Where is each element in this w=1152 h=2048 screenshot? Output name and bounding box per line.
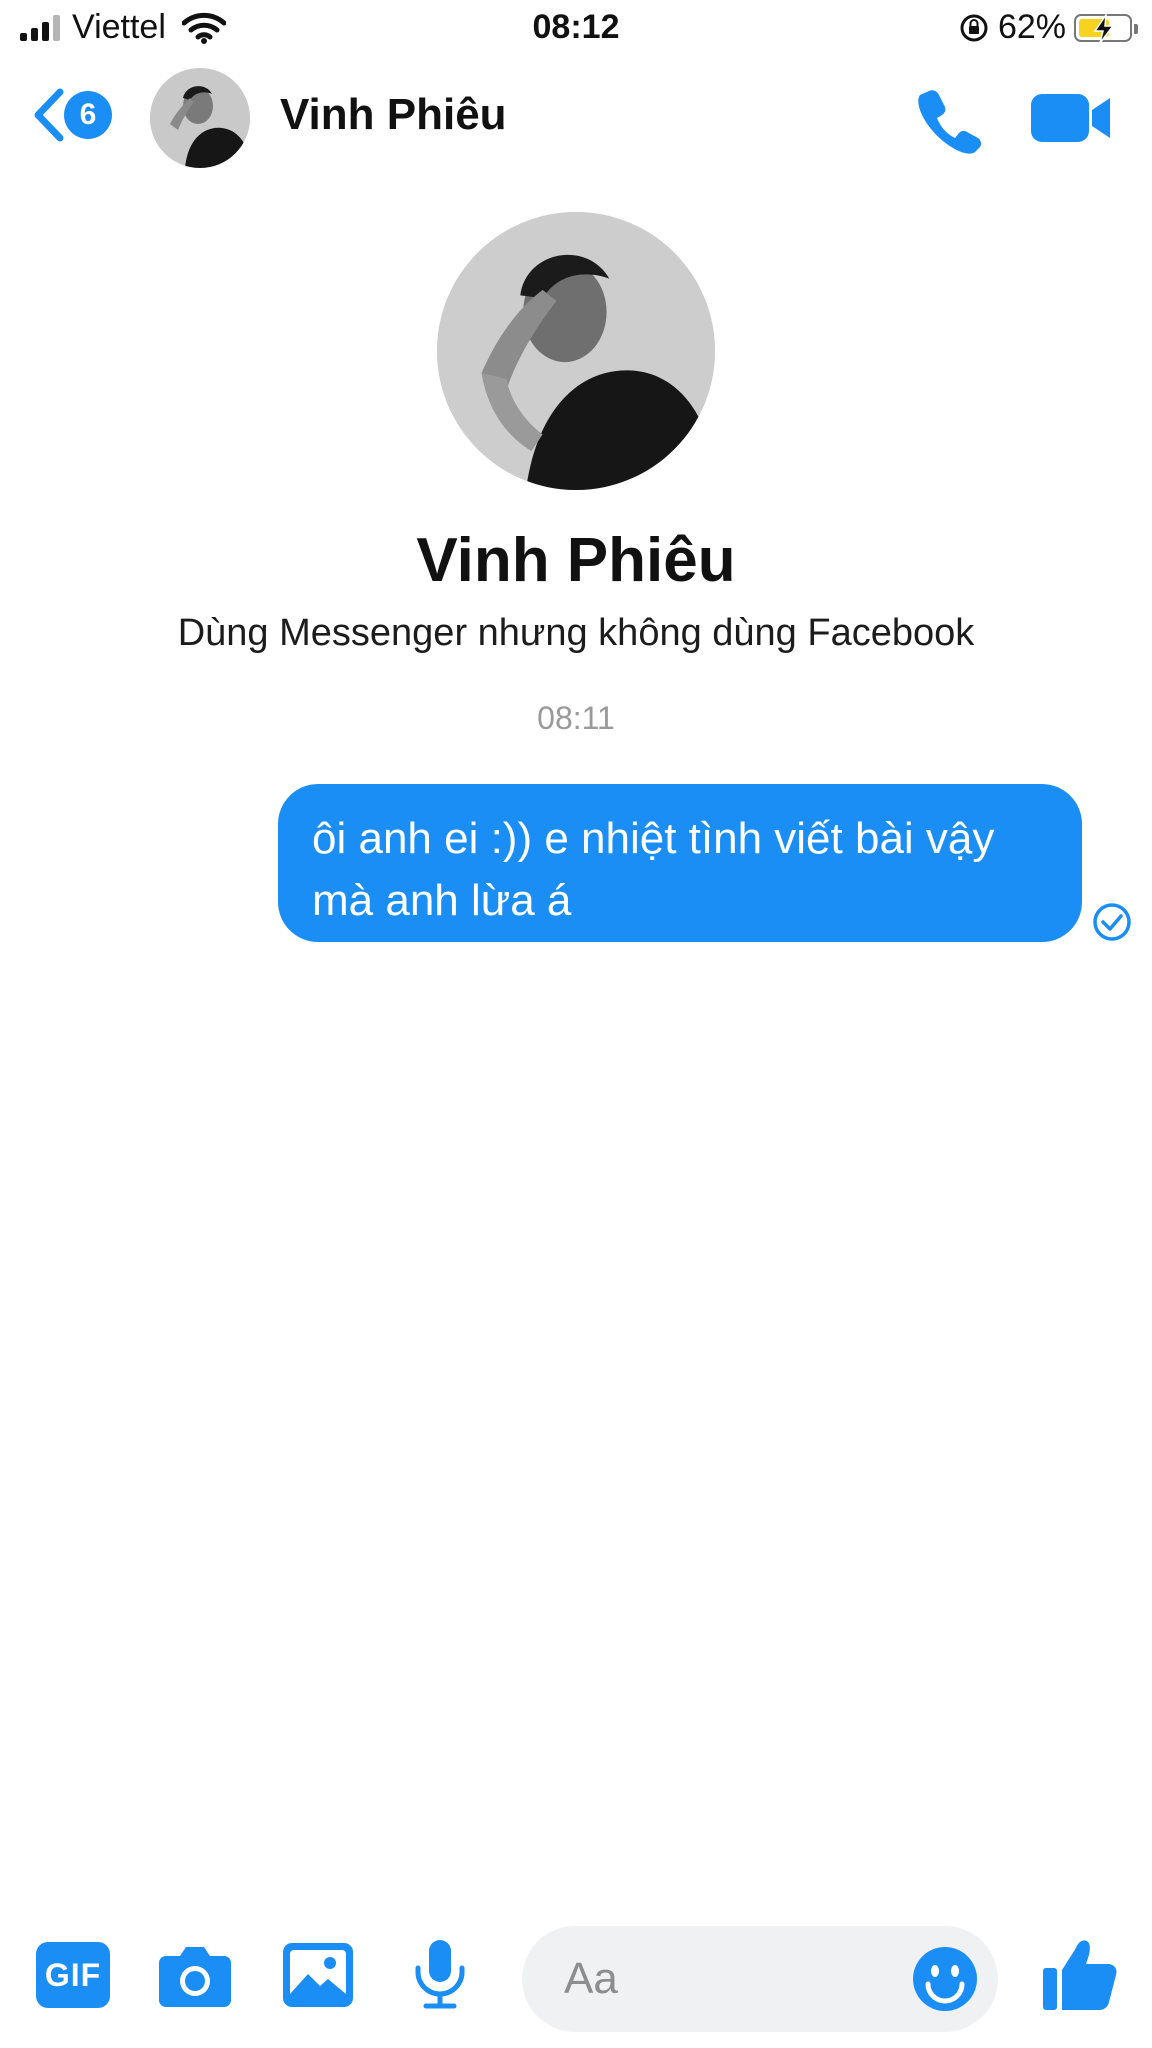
message-composer: GIF Aa <box>0 1910 1152 2048</box>
back-chevron-icon <box>34 88 64 142</box>
message-input[interactable]: Aa <box>522 1926 998 2032</box>
avatar-photo <box>150 68 250 168</box>
sent-message-bubble[interactable]: ôi anh ei :)) e nhiệt tình viết bài vậy … <box>278 784 1082 942</box>
image-icon[interactable] <box>282 1942 354 2008</box>
battery-percent: 62% <box>997 8 1066 46</box>
contact-name[interactable]: Vinh Phiêu <box>280 90 507 140</box>
message-timestamp: 08:11 <box>537 700 615 736</box>
profile-subtitle: Dùng Messenger nhưng không dùng Facebook <box>177 612 975 654</box>
camera-icon[interactable] <box>158 1942 232 2008</box>
charging-bolt-icon <box>1093 13 1115 43</box>
conversation-header: 6 Vinh Phiêu <box>0 60 1152 180</box>
microphone-icon[interactable] <box>410 1938 470 2010</box>
contact-avatar[interactable] <box>150 68 250 168</box>
read-check-icon <box>1093 903 1131 941</box>
status-right: 62% <box>958 8 1138 47</box>
thumbs-up-icon[interactable] <box>1042 1936 1120 2012</box>
battery-icon <box>1074 13 1138 43</box>
emoji-icon[interactable] <box>912 1946 978 2012</box>
status-bar: Viettel 08:12 62% <box>0 0 1152 60</box>
message-input-placeholder: Aa <box>564 1954 618 2003</box>
profile-name: Vinh Phiêu <box>416 526 736 595</box>
back-button[interactable]: 6 <box>30 88 112 142</box>
phone-icon[interactable] <box>915 85 985 155</box>
gif-button[interactable]: GIF <box>36 1942 110 2008</box>
orientation-lock-icon <box>960 14 988 41</box>
profile-avatar[interactable] <box>437 212 715 490</box>
video-camera-icon[interactable] <box>1030 90 1112 146</box>
unread-badge: 6 <box>64 91 112 139</box>
profile-photo <box>437 212 715 490</box>
